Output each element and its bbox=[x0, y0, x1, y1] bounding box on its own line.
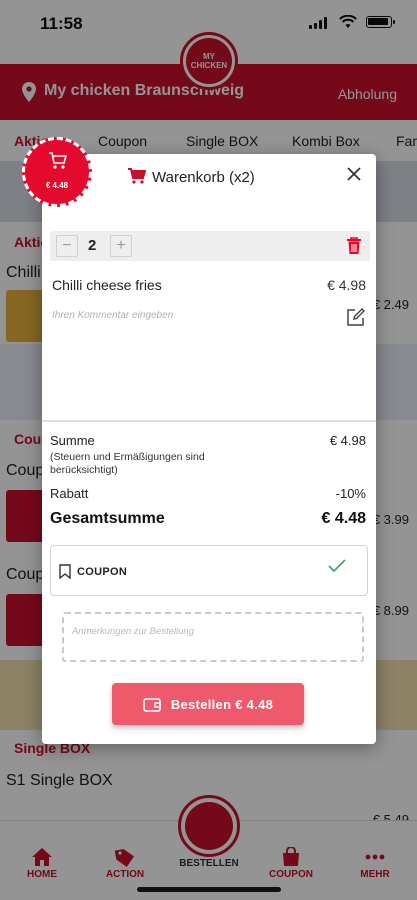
cart-badge-price: € 4.48 bbox=[45, 181, 69, 190]
trash-icon[interactable] bbox=[346, 237, 362, 255]
discount-value: -10% bbox=[335, 486, 366, 501]
edit-icon[interactable] bbox=[346, 307, 366, 327]
cart-badge[interactable]: € 4.48 bbox=[22, 137, 92, 207]
close-icon[interactable] bbox=[344, 164, 364, 184]
subtotal-label: Summe bbox=[50, 433, 95, 448]
cart-icon bbox=[128, 168, 146, 184]
total-label: Gesamtsumme bbox=[50, 510, 165, 527]
cart-icon bbox=[49, 152, 67, 169]
tax-note: (Steuern und Ermäßigungen sind berücksic… bbox=[50, 451, 205, 476]
coupon-field[interactable]: COUPON bbox=[50, 545, 368, 596]
discount-label: Rabatt bbox=[50, 486, 89, 501]
order-notes-placeholder: Anmerkungen zur Bestellung bbox=[72, 626, 194, 637]
place-order-button[interactable]: Bestellen € 4.48 bbox=[112, 683, 304, 725]
subtotal-value: € 4.98 bbox=[329, 433, 366, 448]
item-comment-input[interactable]: Ihren Kommentar eingeben bbox=[52, 310, 332, 321]
quantity-decrease-button[interactable]: − bbox=[56, 235, 78, 257]
order-notes-input[interactable]: Anmerkungen zur Bestellung bbox=[62, 612, 364, 662]
cart-modal: Warenkorb (x2) − 2 + Chilli cheese fries… bbox=[42, 154, 376, 744]
coupon-label: COUPON bbox=[77, 566, 128, 578]
check-icon[interactable] bbox=[327, 558, 347, 574]
cart-header: Warenkorb (x2) bbox=[42, 154, 376, 200]
cart-title: Warenkorb (x2) bbox=[152, 169, 255, 186]
quantity-bar: − 2 + bbox=[50, 231, 370, 261]
total-value: € 4.48 bbox=[321, 510, 366, 527]
cart-item-price: € 4.98 bbox=[327, 277, 366, 293]
place-order-label: Bestellen € 4.48 bbox=[170, 696, 274, 712]
cart-item-name: Chilli cheese fries bbox=[52, 277, 162, 293]
home-indicator bbox=[137, 887, 281, 892]
quantity-value: 2 bbox=[88, 237, 97, 254]
bookmark-icon bbox=[59, 564, 71, 579]
wallet-icon bbox=[143, 697, 161, 712]
divider bbox=[42, 420, 376, 422]
quantity-increase-button[interactable]: + bbox=[110, 235, 132, 257]
